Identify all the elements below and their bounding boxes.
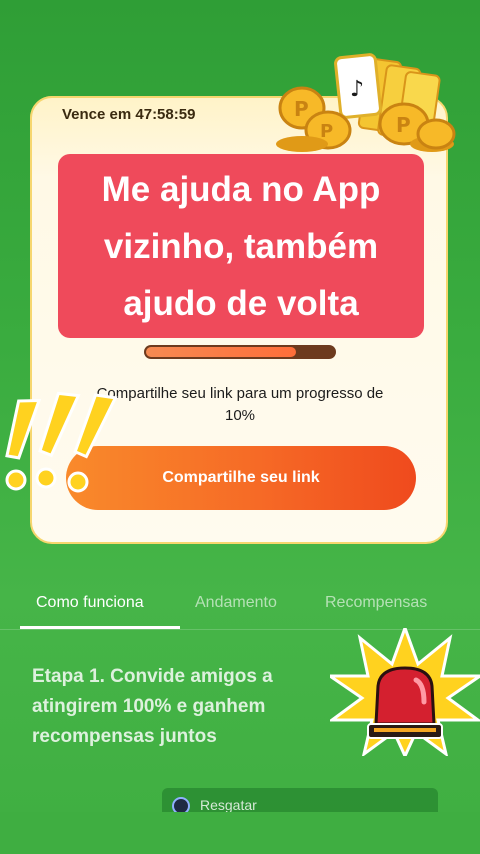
- tab-bar: Como funciona Andamento Recompensas: [0, 582, 480, 630]
- coins-icon: ♪ P P P: [276, 53, 456, 152]
- svg-text:♪: ♪: [350, 77, 364, 102]
- exclamation-icon: [5, 391, 118, 493]
- redeem-label[interactable]: Resgatar: [200, 797, 257, 813]
- expiry-timer: Vence em 47:58:59: [62, 106, 196, 123]
- active-tab-indicator: [20, 626, 180, 629]
- progress-bar: [144, 345, 336, 359]
- bottom-edge: [0, 812, 480, 854]
- siren-icon: [330, 628, 480, 756]
- svg-text:P: P: [320, 121, 333, 142]
- progress-fill: [146, 347, 297, 357]
- svg-text:P: P: [396, 113, 411, 137]
- share-link-button[interactable]: Compartilhe seu link: [66, 446, 416, 510]
- step-description: Etapa 1. Convide amigos a atingirem 100%…: [32, 666, 273, 747]
- tab-como-funciona[interactable]: Como funciona: [36, 594, 144, 612]
- tab-recompensas[interactable]: Recompensas: [325, 594, 427, 612]
- share-hint: Compartilhe seu link para um progresso d…: [96, 385, 384, 424]
- message-banner: Me ajuda no App vizinho, também ajudo de…: [58, 154, 424, 338]
- svg-text:P: P: [294, 97, 309, 121]
- tab-andamento[interactable]: Andamento: [195, 594, 277, 612]
- banner-text: Me ajuda no App vizinho, também ajudo de…: [101, 169, 381, 323]
